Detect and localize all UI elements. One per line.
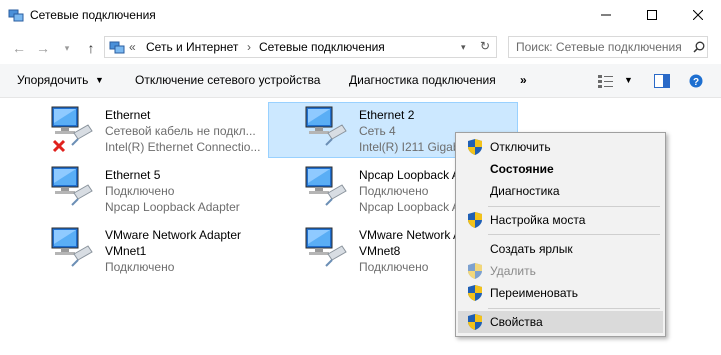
address-bar[interactable]: « Сеть и Интернет › Сетевые подключения …: [104, 36, 497, 58]
maximize-button[interactable]: [629, 0, 675, 30]
context-menu: Отключить Состояние Диагностика Настройк…: [455, 132, 666, 337]
view-options-icon[interactable]: [598, 74, 614, 88]
organize-button[interactable]: Упорядочить: [17, 73, 88, 87]
title-bar: Сетевые подключения: [0, 0, 721, 32]
connection-device: Npcap Loopback Adapter: [105, 200, 240, 214]
forward-button[interactable]: →: [34, 39, 52, 57]
menu-item-label: Удалить: [490, 264, 536, 278]
svg-text:?: ?: [693, 77, 699, 88]
uac-shield-icon: [468, 212, 482, 228]
organize-dropdown-icon[interactable]: ▼: [95, 75, 104, 85]
connection-name: VMware Network Adapter: [105, 228, 242, 242]
more-commands-button[interactable]: »: [520, 73, 527, 87]
search-placeholder: Поиск: Сетевые подключения: [516, 40, 682, 54]
network-adapter-icon: [51, 166, 93, 206]
connection-status: Подключено: [359, 184, 429, 198]
breadcrumb-network-connections[interactable]: Сетевые подключения: [259, 40, 385, 54]
up-arrow-icon: ↑: [87, 40, 95, 56]
connection-name: Ethernet 5: [105, 168, 161, 182]
breadcrumb-separator: ›: [247, 40, 251, 54]
network-adapter-icon: [305, 166, 347, 206]
menu-item-label: Отключить: [490, 140, 551, 154]
network-adapter-icon: [305, 106, 347, 146]
up-button[interactable]: ↑: [82, 39, 100, 57]
window-title: Сетевые подключения: [30, 8, 156, 22]
breadcrumb-overflow[interactable]: «: [129, 40, 136, 54]
refresh-icon[interactable]: ↻: [480, 39, 490, 53]
menu-separator: [488, 308, 660, 309]
forward-arrow-icon: →: [36, 40, 50, 56]
breadcrumb-network-internet[interactable]: Сеть и Интернет: [146, 40, 238, 54]
connection-status: Сеть 4: [359, 124, 396, 138]
menu-item-label: Свойства: [490, 315, 543, 329]
connection-status: Подключено: [105, 184, 175, 198]
uac-shield-icon: [468, 314, 482, 330]
uac-shield-icon: [468, 139, 482, 155]
menu-item-delete[interactable]: Удалить: [458, 260, 663, 282]
chevron-down-icon: ▾: [64, 43, 70, 53]
minimize-button[interactable]: [583, 0, 629, 30]
help-icon[interactable]: ?: [689, 74, 703, 88]
network-connections-icon: [8, 9, 24, 22]
connection-name: Ethernet: [105, 108, 151, 122]
network-folder-icon: [109, 41, 125, 54]
search-input[interactable]: Поиск: Сетевые подключения: [508, 36, 708, 58]
close-icon: [693, 10, 703, 20]
network-adapter-icon: [305, 227, 347, 267]
menu-item-label: Переименовать: [490, 286, 578, 300]
network-adapter-icon: [51, 227, 93, 267]
connection-device: Npcap Loopback A: [359, 200, 460, 214]
menu-item-label: Состояние: [490, 162, 554, 176]
close-button[interactable]: [675, 0, 721, 30]
menu-item-label: Создать ярлык: [490, 242, 573, 256]
menu-item-properties[interactable]: Свойства: [458, 311, 663, 333]
menu-separator: [488, 234, 660, 235]
menu-item-label: Настройка моста: [490, 213, 586, 227]
connection-name: Ethernet 2: [359, 108, 415, 122]
uac-shield-icon: [468, 263, 482, 279]
address-dropdown-icon[interactable]: ▾: [461, 42, 466, 53]
command-bar: Упорядочить ▼ Отключение сетевого устрой…: [0, 64, 721, 98]
connection-name: Npcap Loopback A: [359, 168, 460, 182]
connection-device: Intel(R) Ethernet Connectio...: [105, 140, 261, 154]
error-x-icon: [52, 139, 66, 153]
connection-status: Сетевой кабель не подкл...: [105, 124, 256, 138]
connection-device: Подключено: [359, 260, 429, 274]
uac-shield-icon: [468, 285, 482, 301]
diagnose-connection-button[interactable]: Диагностика подключения: [349, 73, 496, 87]
menu-separator: [488, 206, 660, 207]
back-arrow-icon: ←: [12, 40, 26, 56]
menu-item-label: Диагностика: [490, 184, 560, 198]
disable-device-button[interactable]: Отключение сетевого устройства: [135, 73, 320, 87]
menu-item-status[interactable]: Состояние: [458, 158, 663, 180]
menu-item-create-shortcut[interactable]: Создать ярлык: [458, 238, 663, 260]
minimize-icon: [601, 14, 611, 16]
menu-item-bridge[interactable]: Настройка моста: [458, 209, 663, 231]
connection-device: Intel(R) I211 Gigab: [359, 140, 460, 154]
maximize-icon: [647, 10, 657, 20]
menu-item-rename[interactable]: Переименовать: [458, 282, 663, 304]
menu-item-diagnostics[interactable]: Диагностика: [458, 180, 663, 202]
recent-locations-button[interactable]: ▾: [58, 39, 76, 57]
preview-pane-icon[interactable]: [654, 74, 670, 88]
connection-name: VMware Network A: [359, 228, 462, 242]
menu-item-disable[interactable]: Отключить: [458, 136, 663, 158]
search-icon[interactable]: [693, 41, 705, 53]
connection-device: Подключено: [105, 260, 175, 274]
connection-status: VMnet8: [359, 244, 401, 258]
connection-status: VMnet1: [105, 244, 147, 258]
back-button[interactable]: ←: [10, 39, 28, 57]
view-dropdown-icon[interactable]: ▼: [624, 75, 633, 85]
